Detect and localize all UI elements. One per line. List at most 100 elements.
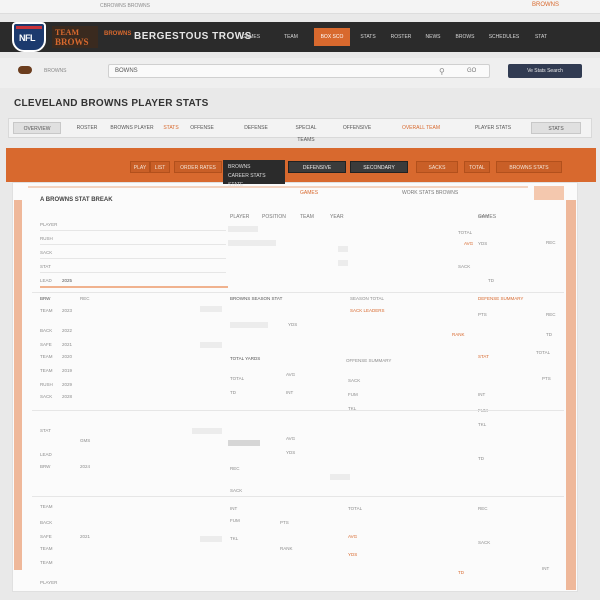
cell: TD: [478, 456, 484, 461]
sub-header: GAMES: [300, 190, 319, 196]
cell: BRW: [40, 464, 51, 469]
cell: YDS: [478, 241, 488, 246]
cell: SAFE: [40, 534, 52, 539]
search-icon[interactable]: ⚲: [439, 67, 445, 76]
cell: REC: [80, 296, 90, 301]
section-accent: SACK LEADERS: [350, 308, 385, 313]
cell: TKL: [230, 536, 239, 541]
search-go[interactable]: GO: [467, 68, 476, 74]
team-brand[interactable]: TEAM BROWS: [52, 26, 98, 48]
bar-chip: [230, 322, 268, 328]
section-divider: [32, 292, 564, 293]
cell: LEAD: [40, 278, 52, 283]
cell: TEAM: [40, 308, 53, 313]
football-icon[interactable]: [18, 66, 32, 74]
left-stats-block: PLAYER RUSH SACK STAT LEAD 2025: [40, 220, 226, 288]
tab-offense[interactable]: OFFENSE: [185, 122, 219, 134]
section-separator: [40, 286, 228, 288]
nfl-logo[interactable]: NFL: [12, 22, 46, 52]
nav-item[interactable]: TEAM: [276, 28, 306, 46]
top-utility-brand[interactable]: BROWNS: [532, 2, 559, 8]
stats-search-button[interactable]: Ve Stats Search: [508, 64, 582, 78]
col-header-position[interactable]: POSITION: [262, 214, 286, 220]
cell: BRW: [40, 296, 51, 301]
bar-chip: [200, 342, 222, 348]
dropdown-line-1[interactable]: BROWNS: [228, 163, 280, 172]
cell: PLAYER: [40, 222, 58, 227]
tab-overview[interactable]: OVERVIEW: [13, 122, 61, 134]
header-tag: BROWNS: [104, 31, 132, 37]
cell: SACK: [458, 264, 471, 269]
cell: REC: [478, 506, 488, 511]
band-button[interactable]: LIST: [150, 161, 170, 173]
section-label: TOTAL YARDS: [230, 356, 261, 361]
band-button-dark[interactable]: SECONDARY: [350, 161, 408, 173]
search-left-label: BROWNS: [44, 68, 67, 74]
bar-chip: [228, 240, 276, 246]
cell: 2022: [62, 328, 73, 333]
main-header: NFL TEAM BROWS BROWNS BERGESTOUS TROWS G…: [0, 22, 600, 52]
nav-item[interactable]: SCHEDULES: [484, 28, 524, 46]
tab-special[interactable]: SPECIAL TEAMS: [289, 122, 323, 143]
tab-player-stats[interactable]: PLAYER STATS: [463, 122, 523, 134]
band-button[interactable]: TOTAL: [464, 161, 490, 173]
cell: TEAM: [40, 368, 53, 373]
tab-defense[interactable]: DEFENSE: [231, 122, 281, 134]
cell: SACK: [230, 488, 243, 493]
col-header-team[interactable]: TEAM: [300, 214, 314, 220]
dropdown-line-2[interactable]: CAREER STATS STATE: [228, 172, 280, 190]
cell: YDS: [286, 450, 296, 455]
tab-overall[interactable]: OVERALL TEAM: [385, 122, 457, 134]
nav-item[interactable]: BROWS: [452, 28, 478, 46]
bar-chip: [338, 260, 348, 266]
section-label: BROWNS SEASON STAT: [230, 296, 283, 301]
search-input[interactable]: BOWNS ⚲ GO: [108, 64, 490, 78]
nav-item[interactable]: NEWS: [420, 28, 446, 46]
cell: AVG: [286, 372, 296, 377]
tab-offensive[interactable]: OFFENSIVE: [335, 122, 379, 134]
tab-stats-right[interactable]: STATS: [531, 122, 581, 134]
band-button[interactable]: SACKS: [416, 161, 458, 173]
nav-item-active[interactable]: BOX SCO: [314, 28, 350, 46]
cell: STAT: [478, 214, 489, 219]
tab-player[interactable]: BROWNS PLAYER: [109, 122, 155, 134]
cell: SACK: [40, 394, 53, 399]
bar-chip: [200, 306, 222, 312]
cell: RUSH: [40, 382, 53, 387]
row-separator: [40, 272, 226, 273]
middle-stats-block: [228, 222, 348, 282]
col-header-player[interactable]: PLAYER: [230, 214, 249, 220]
panel-right-accent: [566, 200, 576, 590]
cell: REC: [230, 466, 240, 471]
panel-left-accent: [14, 200, 22, 570]
nav-item[interactable]: STAT: [530, 28, 552, 46]
nav-item[interactable]: GAMES: [236, 28, 266, 46]
cell: TOTAL: [536, 350, 551, 355]
band-button[interactable]: BROWNS STATS: [496, 161, 562, 173]
site-title: BERGESTOUS TROWS: [134, 31, 252, 42]
cell: 2020: [62, 354, 73, 359]
cell: REC: [546, 240, 556, 245]
cell: 2029: [62, 382, 73, 387]
cell: TEAM: [40, 560, 53, 565]
top-utility-strip: CBROWNS BROWNS BROWNS: [0, 0, 600, 14]
col-header-year[interactable]: YEAR: [330, 214, 344, 220]
cell-accent: DEFENSE SUMMARY: [478, 296, 524, 301]
band-button[interactable]: ORDER RATES: [174, 161, 222, 173]
panel-corner-accent: [534, 186, 564, 200]
cell: INT: [230, 506, 238, 511]
band-button-dark[interactable]: DEFENSIVE: [288, 161, 346, 173]
cell: PTS: [280, 520, 289, 525]
band-button[interactable]: PLAY: [130, 161, 150, 173]
row-separator: [40, 258, 226, 259]
category-dropdown[interactable]: BROWNS CAREER STATS STATE: [223, 160, 285, 188]
tab-stats[interactable]: STATS: [159, 122, 183, 134]
tab-roster[interactable]: ROSTER: [67, 122, 107, 134]
cell: TOTAL: [348, 506, 363, 511]
nav-item[interactable]: ROSTER: [388, 28, 414, 46]
cell-accent: AVG: [348, 534, 358, 539]
nav-item[interactable]: STATS: [356, 28, 380, 46]
cell-accent: RANK: [452, 332, 465, 337]
cell: FUM: [230, 518, 240, 523]
cell-accent: STAT: [478, 354, 489, 359]
